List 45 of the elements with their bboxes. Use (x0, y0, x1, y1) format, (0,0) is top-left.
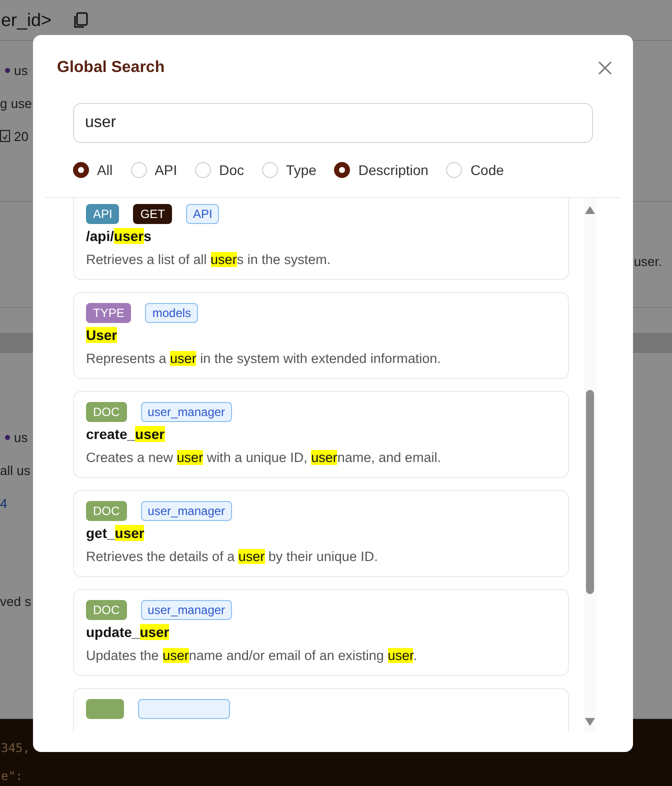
copy-icon[interactable] (74, 12, 88, 28)
result-title: update_user (86, 624, 170, 640)
tag: user_manager (140, 501, 232, 521)
category-label: DOC (86, 501, 127, 521)
body-text: ved s (0, 592, 32, 610)
tag: API (186, 204, 220, 224)
status-text: 20 (0, 127, 28, 145)
category-label: DOC (86, 600, 127, 620)
body-text: g use (0, 94, 32, 112)
scrollbar-thumb[interactable] (586, 390, 594, 594)
filter-radio[interactable]: All (73, 162, 113, 178)
result-title: create_user (86, 426, 166, 442)
scrollbar[interactable] (584, 198, 596, 732)
list-item: us (0, 61, 28, 79)
result-title: User (86, 327, 118, 343)
category-label: GET (133, 204, 172, 224)
body-text: all us (0, 462, 30, 479)
scroll-up-icon (585, 206, 595, 214)
code-line: 345, (1, 741, 30, 755)
dialog-title: Global Search (57, 59, 165, 77)
search-field[interactable]: user (73, 103, 593, 143)
filter-radio[interactable]: Type (262, 162, 316, 178)
close-button[interactable] (597, 60, 613, 76)
tag: user_manager (140, 402, 232, 422)
result-title: /api/users (86, 228, 152, 244)
endpoint-title: er_id> (1, 10, 52, 30)
link-text: 4 (0, 494, 8, 512)
filter-radio[interactable]: Code (446, 162, 504, 178)
filter-radio[interactable]: Description (334, 162, 428, 178)
category-label (86, 699, 124, 719)
category-label: TYPE (86, 303, 132, 323)
result-card[interactable]: API GET API /api/users Retrieves a list of all users in the system. (73, 198, 569, 280)
list-item: us (0, 428, 28, 446)
filter-radio[interactable]: Doc (195, 162, 244, 178)
body-text: user. (634, 252, 662, 270)
category-label: API (86, 204, 120, 224)
result-description: Retrieves the details of a user by their unique ID. (86, 549, 379, 564)
tag: models (145, 303, 198, 323)
category-label: DOC (86, 402, 127, 422)
code-line: e": (1, 769, 23, 783)
tag: user_manager (140, 600, 232, 620)
filter-radio[interactable]: API (130, 162, 178, 178)
status-icon (0, 130, 10, 142)
result-description: Retrieves a list of all users in the system. (86, 252, 332, 267)
result-card[interactable] (73, 688, 569, 732)
